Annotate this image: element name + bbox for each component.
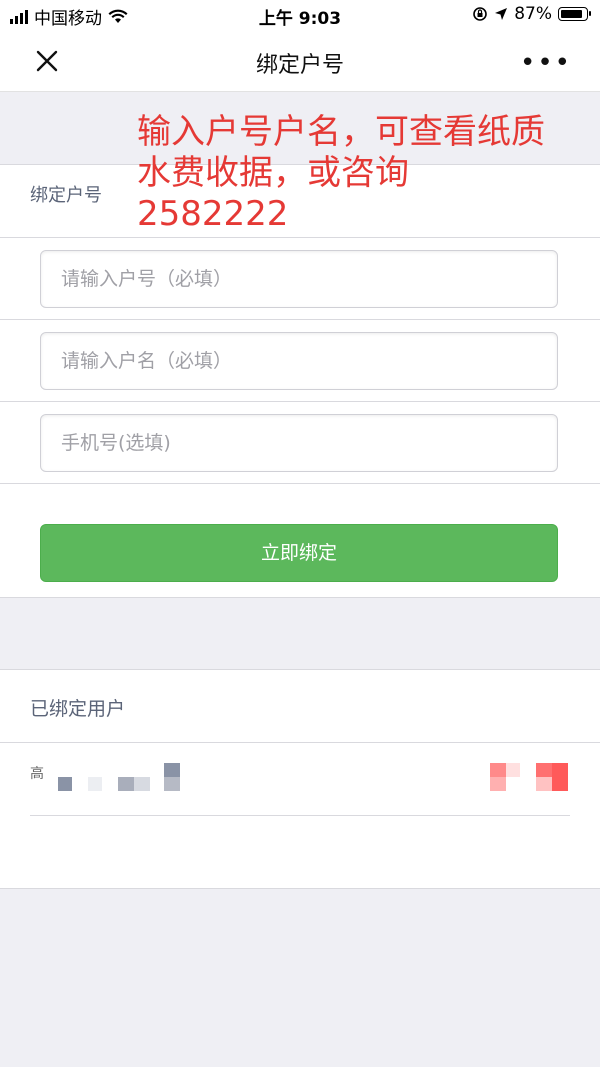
bound-user-name: 高 xyxy=(30,766,44,782)
more-icon[interactable]: ••• xyxy=(520,48,572,78)
name-row xyxy=(0,320,600,402)
annotation-line-1: 输入户号户名，可查看纸质 xyxy=(137,112,545,152)
battery-icon xyxy=(558,7,591,21)
redacted-block xyxy=(164,777,180,791)
redacted-block xyxy=(164,763,180,777)
account-name-input[interactable] xyxy=(40,332,558,390)
status-bar: 中国移动 上午 9:03 87% xyxy=(0,0,600,30)
redacted-block xyxy=(506,763,520,777)
bind-now-button[interactable]: 立即绑定 xyxy=(40,524,558,582)
redacted-block xyxy=(118,777,134,791)
location-icon xyxy=(495,8,508,20)
annotation-text: 输入户号户名，可查看纸质 水费收据，或咨询 2582222 xyxy=(137,112,577,235)
redacted-block xyxy=(536,763,552,777)
redacted-block xyxy=(88,777,102,791)
status-right: 87% xyxy=(472,4,591,24)
account-number-input[interactable] xyxy=(40,250,558,308)
nav-bar: 绑定户号 ••• xyxy=(0,30,600,92)
bound-users-card: 已绑定用户 高 xyxy=(0,669,600,889)
redacted-block xyxy=(490,777,506,791)
phone-input[interactable] xyxy=(40,414,558,472)
redacted-block xyxy=(490,763,506,777)
rotation-lock-icon xyxy=(473,7,488,21)
bound-user-row[interactable]: 高 xyxy=(30,743,570,816)
phone-row xyxy=(0,402,600,484)
account-row xyxy=(0,238,600,320)
battery-percent: 87% xyxy=(514,4,552,24)
redacted-block xyxy=(58,777,72,791)
annotation-line-3: 2582222 xyxy=(137,194,289,234)
redacted-block xyxy=(536,777,552,791)
redacted-block xyxy=(134,777,150,791)
submit-row: 立即绑定 xyxy=(0,484,600,594)
page-title: 绑定户号 xyxy=(255,53,344,78)
redacted-block xyxy=(552,763,568,791)
bound-users-header: 已绑定用户 xyxy=(0,670,600,743)
annotation-line-2: 水费收据，或咨询 xyxy=(137,153,409,193)
